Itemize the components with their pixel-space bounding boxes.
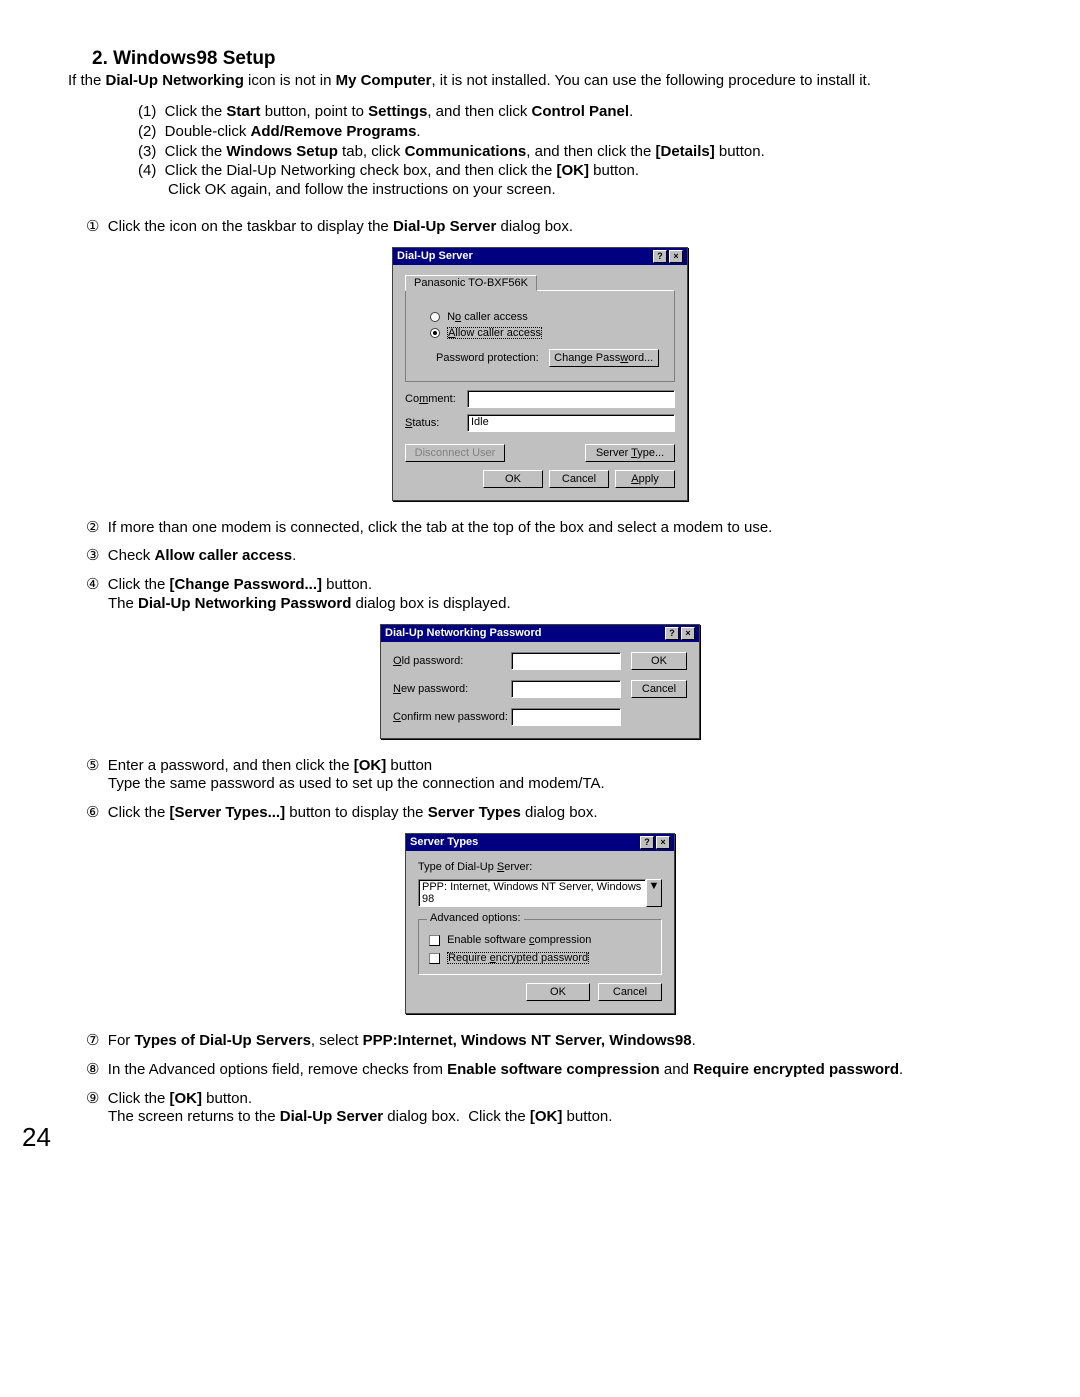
figure-password: Dial-Up Networking Password ? × Old pass… [60,624,1020,739]
close-icon[interactable]: × [669,250,683,263]
ok-button[interactable]: OK [526,983,590,1001]
new-password-input[interactable] [511,680,621,698]
cancel-button[interactable]: Cancel [549,470,609,488]
ok-button[interactable]: OK [631,652,687,670]
disconnect-user-button: Disconnect User [405,444,505,462]
step-2: ② If more than one modem is connected, c… [68,519,1020,538]
page-number: 24 [22,1122,51,1153]
step-4: ④ Click the [Change Password...] button.… [68,576,1020,614]
step-7: ⑦ For Types of Dial-Up Servers, select P… [68,1032,1020,1051]
dropdown-icon[interactable]: ▼ [646,879,662,907]
server-type-select[interactable]: PPP: Internet, Windows NT Server, Window… [418,879,646,907]
ok-button[interactable]: OK [483,470,543,488]
figure-server-types: Server Types ? × Type of Dial-Up Server:… [60,833,1020,1014]
step-3: ③ Check Allow caller access. [68,547,1020,566]
comment-input[interactable] [467,390,675,408]
step-5: ⑤ Enter a password, and then click the [… [68,757,1020,795]
help-icon[interactable]: ? [665,627,679,640]
radio-allow-access[interactable] [430,328,440,338]
step-8: ⑧ In the Advanced options field, remove … [68,1061,1020,1080]
close-icon[interactable]: × [681,627,695,640]
section-heading: 2. Windows98 Setup [92,48,1020,70]
dlg2-titlebar[interactable]: Dial-Up Networking Password ? × [381,625,699,642]
status-value: Idle [467,414,675,432]
figure-dialup-server: Dial-Up Server ? × Panasonic TO-BXF56K N… [60,247,1020,501]
server-type-button[interactable]: Server Type... [585,444,675,462]
checkbox-soft-compression[interactable] [429,935,440,946]
cancel-button[interactable]: Cancel [598,983,662,1001]
step-6: ⑥ Click the [Server Types...] button to … [68,804,1020,823]
cancel-button[interactable]: Cancel [631,680,687,698]
old-password-input[interactable] [511,652,621,670]
close-icon[interactable]: × [656,836,670,849]
apply-button[interactable]: Apply [615,470,675,488]
help-icon[interactable]: ? [653,250,667,263]
radio-no-access[interactable] [430,312,440,322]
dlg1-titlebar[interactable]: Dial-Up Server ? × [393,248,687,265]
modem-tab[interactable]: Panasonic TO-BXF56K [405,275,537,291]
checkbox-encrypted-password[interactable] [429,953,440,964]
dlg3-titlebar[interactable]: Server Types ? × [406,834,674,851]
help-icon[interactable]: ? [640,836,654,849]
install-steps: (1) Click the Start button, point to Set… [138,103,1020,200]
step-1: ① Click the icon on the taskbar to displ… [68,218,1020,237]
intro-text: If the Dial-Up Networking icon is not in… [68,72,1020,89]
confirm-password-input[interactable] [511,708,621,726]
change-password-button[interactable]: Change Password... [549,349,659,367]
step-9: ⑨ Click the [OK] button. The screen retu… [68,1090,1020,1128]
